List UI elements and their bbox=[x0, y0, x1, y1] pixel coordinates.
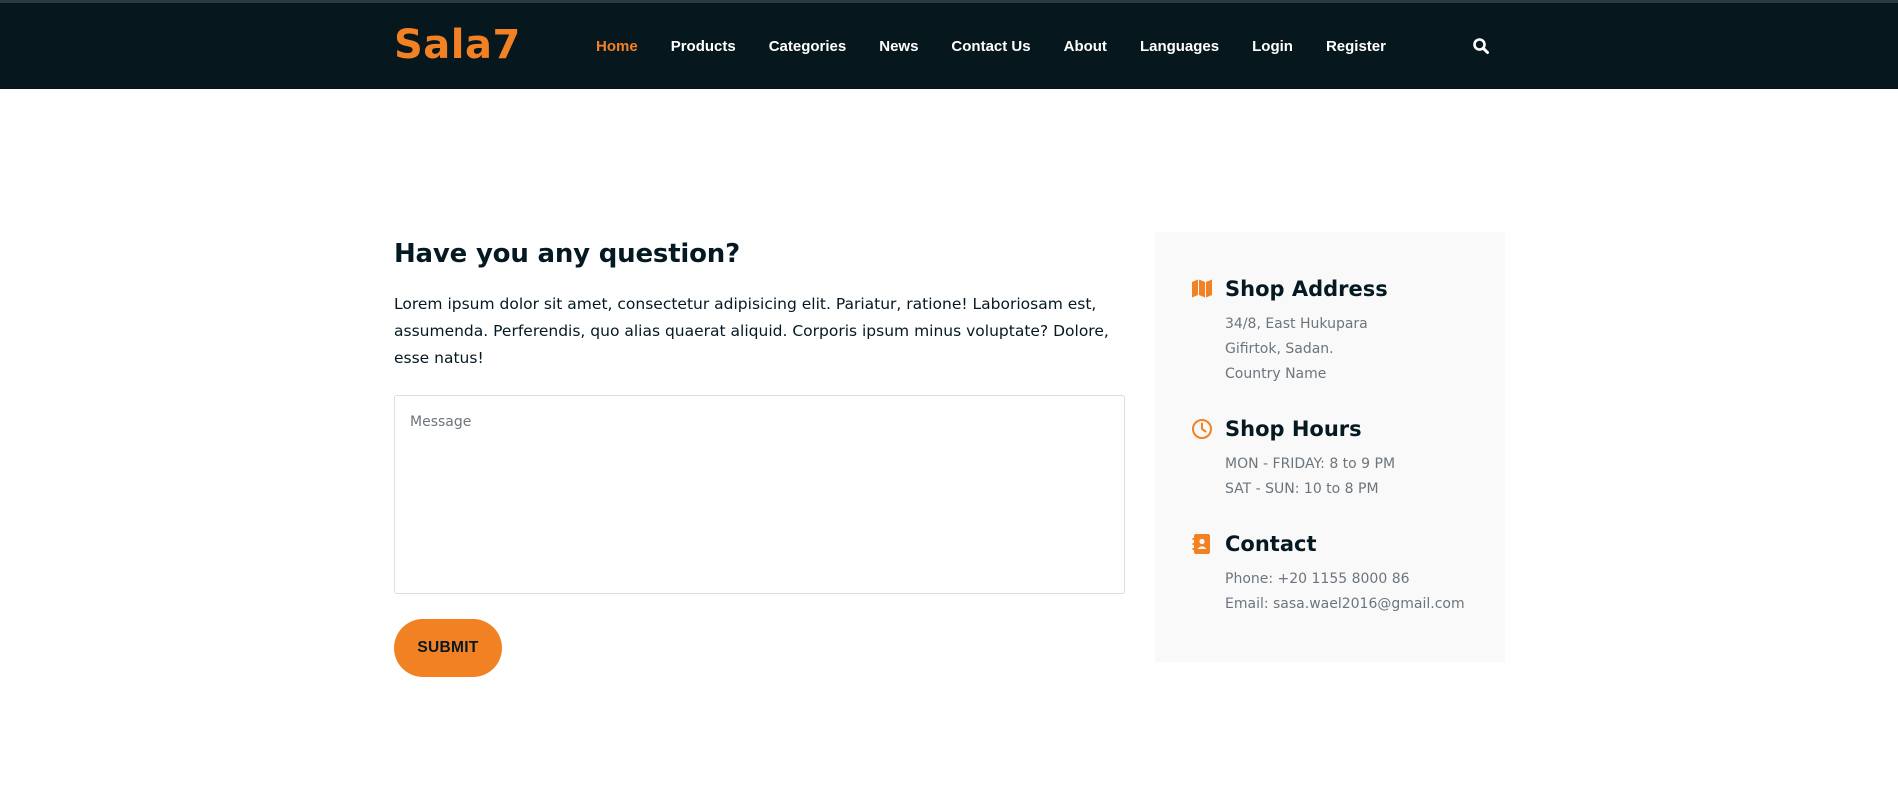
nav-item-contact-us[interactable]: Contact Us bbox=[951, 37, 1030, 57]
submit-button[interactable]: SUBMIT bbox=[394, 619, 502, 677]
nav-item-products[interactable]: Products bbox=[671, 37, 736, 57]
hours-line: SAT - SUN: 10 to 8 PM bbox=[1225, 481, 1379, 497]
address-line: Country Name bbox=[1225, 366, 1327, 382]
map-icon bbox=[1191, 278, 1213, 300]
contact-email: Email: sasa.wael2016@gmail.com bbox=[1225, 596, 1465, 612]
nav-item-home[interactable]: Home bbox=[596, 37, 638, 57]
shop-address-lines: 34/8, East Hukupara Gifirtok, Sadan. Cou… bbox=[1225, 312, 1368, 387]
contact-lines: Phone: +20 1155 8000 86 Email: sasa.wael… bbox=[1225, 567, 1465, 617]
form-heading: Have you any question? bbox=[394, 239, 740, 269]
nav-item-languages[interactable]: Languages bbox=[1140, 37, 1219, 57]
nav-item-register[interactable]: Register bbox=[1326, 37, 1386, 57]
contact-form-section: Have you any question? Lorem ipsum dolor… bbox=[394, 234, 1126, 677]
nav-item-categories[interactable]: Categories bbox=[769, 37, 847, 57]
address-book-icon bbox=[1191, 533, 1213, 555]
nav-item-about[interactable]: About bbox=[1064, 37, 1107, 57]
main-nav: Home Products Categories News Contact Us… bbox=[596, 37, 1419, 57]
hours-line: MON - FRIDAY: 8 to 9 PM bbox=[1225, 456, 1396, 472]
contact-phone: Phone: +20 1155 8000 86 bbox=[1225, 571, 1410, 587]
form-intro-text: Lorem ipsum dolor sit amet, consectetur … bbox=[394, 295, 1109, 367]
address-line: 34/8, East Hukupara bbox=[1225, 316, 1368, 332]
shop-info-box: Shop Address 34/8, East Hukupara Gifirto… bbox=[1155, 232, 1505, 662]
shop-hours-title: Shop Hours bbox=[1225, 417, 1362, 441]
site-logo[interactable]: Sala7 bbox=[394, 20, 521, 70]
nav-item-login[interactable]: Login bbox=[1252, 37, 1293, 57]
message-field[interactable] bbox=[394, 395, 1125, 594]
site-header: Sala7 Home Products Categories News Cont… bbox=[0, 0, 1898, 89]
nav-item-news[interactable]: News bbox=[879, 37, 918, 57]
shop-hours-lines: MON - FRIDAY: 8 to 9 PM SAT - SUN: 10 to… bbox=[1225, 452, 1395, 502]
search-icon[interactable] bbox=[1472, 37, 1492, 57]
clock-icon bbox=[1191, 418, 1213, 440]
contact-title: Contact bbox=[1225, 532, 1317, 556]
shop-address-title: Shop Address bbox=[1225, 277, 1388, 301]
address-line: Gifirtok, Sadan. bbox=[1225, 341, 1334, 357]
